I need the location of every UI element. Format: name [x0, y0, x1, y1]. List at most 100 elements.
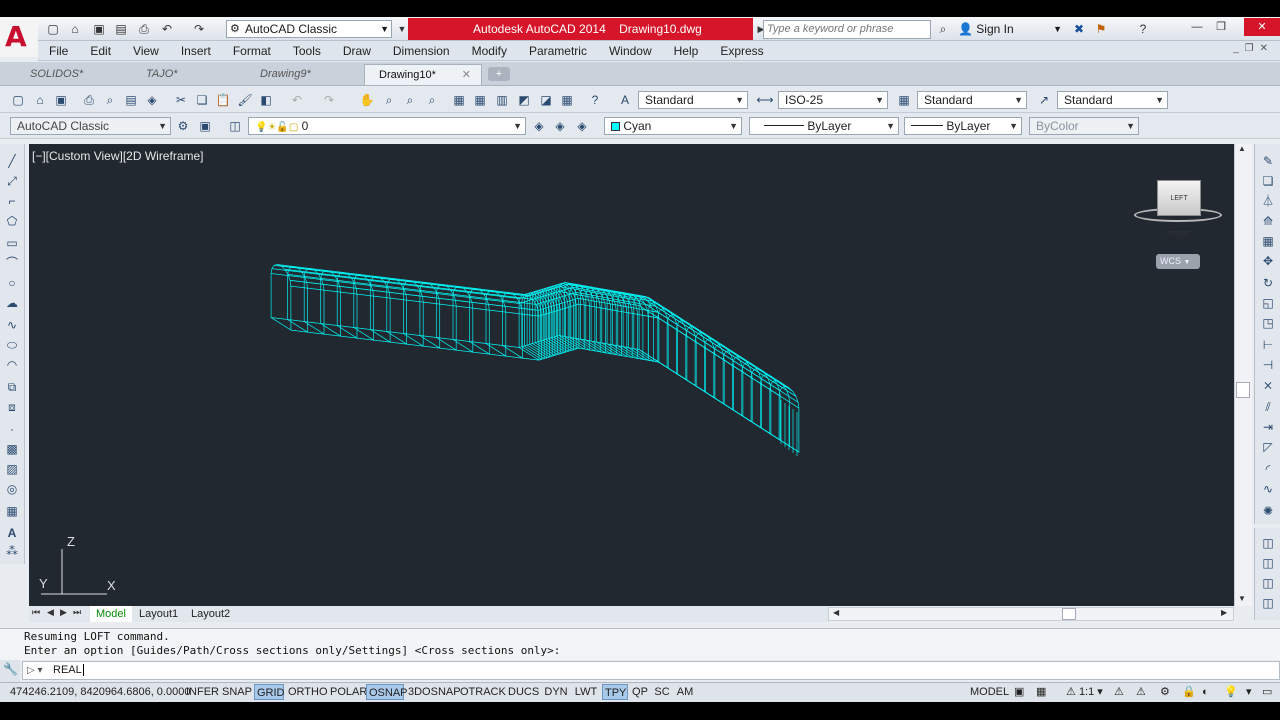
- move-icon[interactable]: ✥: [1259, 252, 1277, 270]
- menu-parametric[interactable]: Parametric: [518, 44, 598, 58]
- new-tab-button[interactable]: +: [488, 67, 510, 81]
- markup-icon[interactable]: ◪: [537, 91, 555, 109]
- tab-tajo[interactable]: TAJO*: [132, 64, 192, 85]
- model-space-toggle[interactable]: MODEL: [968, 684, 1011, 700]
- blend-curves-icon[interactable]: ∿: [1259, 480, 1277, 498]
- close-tab-icon[interactable]: ✕: [462, 65, 471, 86]
- hardware-acceleration-icon[interactable]: ◐: [1200, 684, 1211, 700]
- search-icon[interactable]: ⌕: [934, 20, 952, 38]
- block-editor-icon[interactable]: ◧: [257, 91, 275, 109]
- status-toggle-tpy[interactable]: TPY: [602, 684, 628, 700]
- extend-icon[interactable]: ⊣: [1259, 356, 1277, 374]
- bring-to-front-icon[interactable]: ◫: [1259, 534, 1277, 552]
- multileader-style-icon[interactable]: ↗: [1035, 91, 1053, 109]
- status-toggle-am[interactable]: AM: [674, 684, 696, 700]
- plot-style-select[interactable]: ByColor ▼: [1029, 117, 1139, 135]
- dimension-style-select[interactable]: ISO-25 ▼: [778, 91, 888, 109]
- menu-view[interactable]: View: [122, 44, 170, 58]
- hatch-icon[interactable]: ▩: [3, 440, 21, 458]
- sign-in-button[interactable]: 👤 Sign In ▼: [958, 20, 1062, 38]
- menu-tools[interactable]: Tools: [282, 44, 332, 58]
- stretch-icon[interactable]: ◳: [1259, 314, 1277, 332]
- array-icon[interactable]: ▦: [1259, 232, 1277, 250]
- copy-object-icon[interactable]: ❏: [1259, 172, 1277, 190]
- customize-icon[interactable]: ▣: [196, 117, 214, 135]
- viewcube[interactable]: LEFT FRONT: [1157, 180, 1201, 238]
- rotate-icon[interactable]: ↻: [1259, 274, 1277, 292]
- dimension-style-icon[interactable]: ⟷: [756, 91, 774, 109]
- isolate-objects-icon[interactable]: 💡: [1222, 684, 1240, 700]
- save-icon[interactable]: ▣: [52, 91, 70, 109]
- workspace-settings-icon[interactable]: ⚙: [174, 117, 192, 135]
- status-toggle-ortho[interactable]: ORTHO: [286, 684, 328, 700]
- viewcube-left-face[interactable]: LEFT: [1171, 195, 1188, 202]
- arc-icon[interactable]: ⌒: [3, 254, 21, 272]
- tab-solidos[interactable]: SOLIDOS*: [16, 64, 97, 85]
- layer-previous-icon[interactable]: ◈: [551, 117, 569, 135]
- drawing-window-controls[interactable]: _❐✕: [1233, 43, 1274, 54]
- menu-modify[interactable]: Modify: [461, 44, 518, 58]
- layer-select[interactable]: 💡☀🔓▢ 0 ▼: [248, 117, 526, 135]
- menu-express[interactable]: Express: [709, 44, 774, 58]
- chamfer-icon[interactable]: ◸: [1259, 438, 1277, 456]
- viewport-controls[interactable]: [−][Custom View][2D Wireframe]: [32, 149, 204, 163]
- send-to-back-icon[interactable]: ◫: [1259, 554, 1277, 572]
- zoom-previous-icon[interactable]: ⌕: [423, 91, 441, 109]
- preview-icon[interactable]: ⌕: [101, 91, 119, 109]
- help-icon[interactable]: ?: [586, 91, 604, 109]
- restore-button[interactable]: ❐: [1210, 18, 1232, 36]
- undo-icon[interactable]: ↶: [288, 91, 306, 109]
- text-style-select[interactable]: Standard ▼: [638, 91, 748, 109]
- line-icon[interactable]: ╱: [3, 152, 21, 170]
- table-style-icon[interactable]: ▦: [895, 91, 913, 109]
- ellipse-arc-icon[interactable]: ◠: [3, 356, 21, 374]
- status-toggle-lwt[interactable]: LWT: [572, 684, 600, 700]
- qnew-icon[interactable]: ▢: [9, 91, 27, 109]
- properties-icon[interactable]: ▦: [450, 91, 468, 109]
- customize-command-line-icon[interactable]: 🔧: [3, 662, 18, 676]
- last-layout-icon[interactable]: ⏭: [73, 607, 81, 618]
- status-toggle-3dosnap[interactable]: 3DOSNAP: [406, 684, 461, 700]
- tab-layout1[interactable]: Layout1: [133, 606, 184, 622]
- coordinate-readout[interactable]: 474246.2109, 8420964.6806, 0.0000: [10, 686, 190, 698]
- menu-help[interactable]: Help: [663, 44, 710, 58]
- workspace-select[interactable]: AutoCAD Classic ▼: [10, 117, 171, 135]
- region-icon[interactable]: ◎: [3, 480, 21, 498]
- viewcube-front-face[interactable]: FRONT: [1167, 231, 1191, 238]
- first-layout-icon[interactable]: ⏮: [32, 607, 40, 618]
- layer-properties-icon[interactable]: ◫: [226, 117, 244, 135]
- new-icon[interactable]: ▢: [44, 20, 62, 38]
- polyline-icon[interactable]: ⌐: [3, 192, 21, 210]
- vertical-scrollbar[interactable]: ▲ ▼: [1234, 144, 1252, 606]
- publish-icon[interactable]: ▤: [122, 91, 140, 109]
- menu-draw[interactable]: Draw: [332, 44, 382, 58]
- cut-icon[interactable]: ✂: [172, 91, 190, 109]
- break-icon[interactable]: ⫽: [1259, 398, 1277, 416]
- quick-view-layouts-icon[interactable]: ▣: [1012, 684, 1026, 700]
- save-icon[interactable]: ▣: [90, 20, 108, 38]
- menu-insert[interactable]: Insert: [170, 44, 222, 58]
- vertical-scroll-thumb[interactable]: [1236, 382, 1250, 398]
- make-current-layer-icon[interactable]: ◈: [530, 117, 548, 135]
- auto-scale-icon[interactable]: ⚠: [1134, 684, 1148, 700]
- design-center-icon[interactable]: ▦: [471, 91, 489, 109]
- sheet-set-icon[interactable]: ◩: [515, 91, 533, 109]
- annotation-visibility-icon[interactable]: ⚠: [1112, 684, 1126, 700]
- text-style-icon[interactable]: A: [616, 91, 634, 109]
- status-toggle-osnap[interactable]: OSNAP: [366, 684, 408, 700]
- gradient-icon[interactable]: ▨: [3, 460, 21, 478]
- offset-icon[interactable]: ⟰: [1259, 212, 1277, 230]
- ellipse-icon[interactable]: ⬭: [3, 336, 21, 354]
- calculator-icon[interactable]: ▦: [558, 91, 576, 109]
- table-style-select[interactable]: Standard ▼: [917, 91, 1027, 109]
- send-under-icon[interactable]: ◫: [1259, 594, 1277, 612]
- status-toggle-ducs[interactable]: DUCS: [506, 684, 540, 700]
- mirror-icon[interactable]: ⏃: [1259, 192, 1277, 210]
- linetype-select[interactable]: ByLayer ▼: [749, 117, 899, 135]
- status-toggle-snap[interactable]: SNAP: [220, 684, 252, 700]
- ucs-menu[interactable]: WCS ▼: [1156, 254, 1200, 269]
- scroll-down-icon[interactable]: ▼: [1238, 594, 1246, 603]
- copy-icon[interactable]: ❏: [193, 91, 211, 109]
- rectangle-icon[interactable]: ▭: [3, 234, 21, 252]
- zoom-realtime-icon[interactable]: ⌕: [380, 91, 398, 109]
